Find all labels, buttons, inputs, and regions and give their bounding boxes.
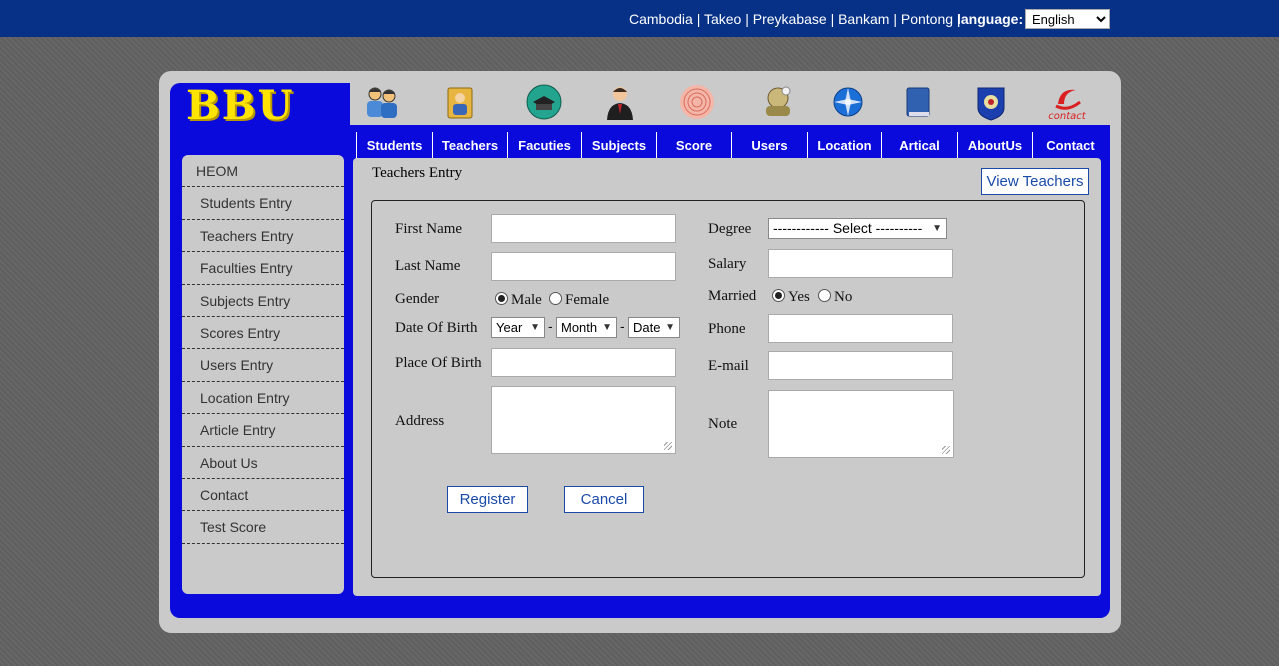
address-textarea[interactable] — [491, 386, 676, 454]
gender-male-radio[interactable] — [495, 292, 508, 305]
nav-location[interactable]: Location — [807, 132, 881, 160]
nav-teachers[interactable]: Teachers — [432, 132, 507, 160]
dob-month-select[interactable]: Month ▼ — [556, 317, 617, 338]
phone-label: Phone — [708, 321, 746, 337]
sidebar-item-students-entry[interactable]: Students Entry — [182, 187, 344, 220]
salary-label: Salary — [708, 256, 747, 272]
top-bar: Cambodia | Takeo | Preykabase | Bankam |… — [0, 0, 1279, 37]
register-button[interactable]: Register — [447, 486, 528, 513]
salary-input[interactable] — [768, 249, 953, 278]
married-no-label: No — [834, 289, 853, 305]
place-of-birth-input[interactable] — [491, 348, 676, 377]
nav-users[interactable]: Users — [731, 132, 807, 160]
last-name-input[interactable] — [491, 252, 676, 281]
svg-text:contact: contact — [1048, 111, 1087, 122]
sidebar-item-scores-entry[interactable]: Scores Entry — [182, 317, 344, 350]
teachers-icon[interactable] — [440, 82, 480, 122]
nav-faculties[interactable]: Facuties — [507, 132, 581, 160]
dob-year-select[interactable]: Year ▼ — [491, 317, 545, 338]
bbu-logo[interactable]: BBU — [186, 86, 336, 126]
first-name-input[interactable] — [491, 214, 676, 243]
students-icon[interactable] — [362, 82, 402, 122]
sidebar-item-users-entry[interactable]: Users Entry — [182, 349, 344, 382]
language-label: language: — [957, 11, 1024, 27]
sidebar-item-faculties-entry[interactable]: Faculties Entry — [182, 252, 344, 285]
sidebar-item-teachers-entry[interactable]: Teachers Entry — [182, 220, 344, 253]
nav-score[interactable]: Score — [656, 132, 731, 160]
chevron-down-icon: ▼ — [932, 223, 942, 234]
dob-separator: - — [620, 318, 625, 334]
first-name-label: First Name — [395, 221, 463, 237]
subjects-icon[interactable] — [600, 82, 640, 122]
email-label: E-mail — [708, 358, 749, 374]
address-label: Address — [395, 413, 445, 429]
language-select[interactable]: English — [1025, 9, 1110, 29]
last-name-label: Last Name — [395, 258, 461, 274]
gender-label: Gender — [395, 291, 440, 307]
location-icon[interactable] — [828, 82, 868, 122]
faculties-icon[interactable] — [524, 82, 564, 122]
phone-input[interactable] — [768, 314, 953, 343]
nav-aboutus[interactable]: AboutUs — [957, 132, 1032, 160]
page-title: Teachers Entry — [372, 165, 463, 181]
note-textarea[interactable] — [768, 390, 954, 458]
sidebar-item-location-entry[interactable]: Location Entry — [182, 382, 344, 415]
sidebar-heading: HEOM — [182, 155, 344, 188]
degree-label: Degree — [708, 221, 752, 237]
married-yes-label: Yes — [788, 289, 810, 305]
contact-icon[interactable]: contact — [1046, 82, 1088, 122]
chevron-down-icon: ▼ — [665, 322, 675, 333]
dob-separator: - — [548, 318, 553, 334]
resize-grip-icon[interactable] — [664, 442, 672, 450]
nav-subjects[interactable]: Subjects — [581, 132, 656, 160]
dob-label: Date Of Birth — [395, 320, 478, 336]
gender-male-label: Male — [511, 292, 542, 308]
chevron-down-icon: ▼ — [602, 322, 612, 333]
chevron-down-icon: ▼ — [530, 322, 540, 333]
degree-select[interactable]: ------------ Select ---------- ▼ — [768, 218, 947, 239]
nav-students[interactable]: Students — [356, 132, 432, 160]
dob-date-value: Date — [633, 320, 661, 335]
sidebar-item-test-score[interactable]: Test Score — [182, 511, 344, 544]
dob-date-select[interactable]: Date ▼ — [628, 317, 680, 338]
sidebar: HEOM Students Entry Teachers Entry Facul… — [182, 155, 344, 594]
resize-grip-icon[interactable] — [942, 446, 950, 454]
nav-contact[interactable]: Contact — [1032, 132, 1108, 160]
sidebar-item-about-us[interactable]: About Us — [182, 447, 344, 479]
dob-year-value: Year — [496, 320, 523, 335]
sidebar-item-article-entry[interactable]: Article Entry — [182, 414, 344, 447]
nav-artical[interactable]: Artical — [881, 132, 957, 160]
note-label: Note — [708, 416, 738, 432]
main-nav: Students Teachers Facuties Subjects Scor… — [356, 132, 1108, 160]
users-icon[interactable] — [758, 82, 798, 122]
degree-value: ------------ Select ---------- — [773, 220, 923, 236]
dob-month-value: Month — [561, 320, 598, 335]
view-teachers-button[interactable]: View Teachers — [981, 168, 1089, 195]
gender-female-label: Female — [565, 292, 610, 308]
location-breadcrumb[interactable]: Cambodia | Takeo | Preykabase | Bankam |… — [629, 11, 961, 27]
married-no-radio[interactable] — [818, 289, 831, 302]
sidebar-item-contact[interactable]: Contact — [182, 479, 344, 512]
cancel-button[interactable]: Cancel — [564, 486, 644, 513]
email-input[interactable] — [768, 351, 953, 380]
married-label: Married — [708, 288, 757, 304]
score-icon[interactable] — [677, 82, 717, 122]
sidebar-item-subjects-entry[interactable]: Subjects Entry — [182, 285, 344, 317]
place-of-birth-label: Place Of Birth — [395, 355, 482, 371]
artical-icon[interactable] — [898, 82, 938, 122]
aboutus-icon[interactable] — [971, 82, 1011, 122]
married-yes-radio[interactable] — [772, 289, 785, 302]
gender-female-radio[interactable] — [549, 292, 562, 305]
